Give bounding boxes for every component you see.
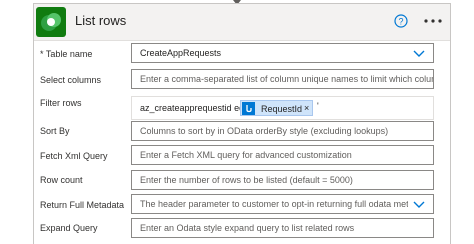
row-count-label: Row count bbox=[40, 175, 83, 185]
help-icon[interactable]: ? bbox=[394, 14, 408, 28]
sort-by-placeholder: Columns to sort by in OData orderBy styl… bbox=[140, 126, 389, 136]
expand-query-input[interactable]: Enter an Odata style expand query to lis… bbox=[131, 218, 434, 238]
filter-rows-label: Filter rows bbox=[40, 98, 82, 108]
select-columns-placeholder: Enter a comma-separated list of column u… bbox=[140, 74, 434, 84]
filter-quote: ' bbox=[317, 101, 319, 111]
return-full-metadata-label: Return Full Metadata bbox=[40, 200, 125, 210]
action-title: List rows bbox=[75, 13, 127, 28]
filter-expression: az_createapprequestid eq bbox=[140, 103, 245, 113]
expand-query-placeholder: Enter an Odata style expand query to lis… bbox=[140, 223, 355, 233]
dynamic-content-token[interactable]: RequestId × bbox=[240, 100, 313, 116]
svg-text:?: ? bbox=[398, 17, 403, 27]
select-columns-input[interactable]: Enter a comma-separated list of column u… bbox=[131, 69, 434, 89]
return-full-metadata-dropdown[interactable]: The header parameter to customer to opt-… bbox=[131, 194, 434, 214]
fetch-xml-placeholder: Enter a Fetch XML query for advanced cus… bbox=[140, 150, 352, 160]
token-remove-icon[interactable]: × bbox=[304, 103, 309, 113]
token-label: RequestId bbox=[261, 104, 303, 114]
table-name-value: CreateAppRequests bbox=[140, 48, 222, 58]
action-header[interactable]: List rows ? bbox=[34, 4, 450, 41]
list-rows-action-card: List rows ? * Table name CreateAppReques… bbox=[33, 3, 451, 244]
row-count-placeholder: Enter the number of rows to be listed (d… bbox=[140, 175, 353, 185]
dataverse-icon bbox=[36, 7, 66, 37]
chevron-down-icon[interactable] bbox=[413, 200, 425, 209]
table-name-dropdown[interactable]: CreateAppRequests bbox=[131, 43, 434, 63]
table-name-label: * Table name bbox=[40, 49, 93, 59]
select-columns-label: Select columns bbox=[40, 75, 102, 85]
return-full-metadata-placeholder: The header parameter to customer to opt-… bbox=[140, 199, 408, 209]
sort-by-input[interactable]: Columns to sort by in OData orderBy styl… bbox=[131, 121, 434, 141]
fetch-xml-input[interactable]: Enter a Fetch XML query for advanced cus… bbox=[131, 145, 434, 165]
filter-rows-input[interactable]: az_createapprequestid eq RequestId × ' bbox=[131, 96, 434, 120]
expand-query-label: Expand Query bbox=[40, 223, 98, 233]
sort-by-label: Sort By bbox=[40, 126, 70, 136]
more-options-icon[interactable] bbox=[423, 18, 443, 24]
row-count-input[interactable]: Enter the number of rows to be listed (d… bbox=[131, 170, 434, 190]
fetch-xml-label: Fetch Xml Query bbox=[40, 151, 108, 161]
chevron-down-icon[interactable] bbox=[413, 49, 425, 58]
dynamic-content-icon bbox=[242, 102, 255, 115]
